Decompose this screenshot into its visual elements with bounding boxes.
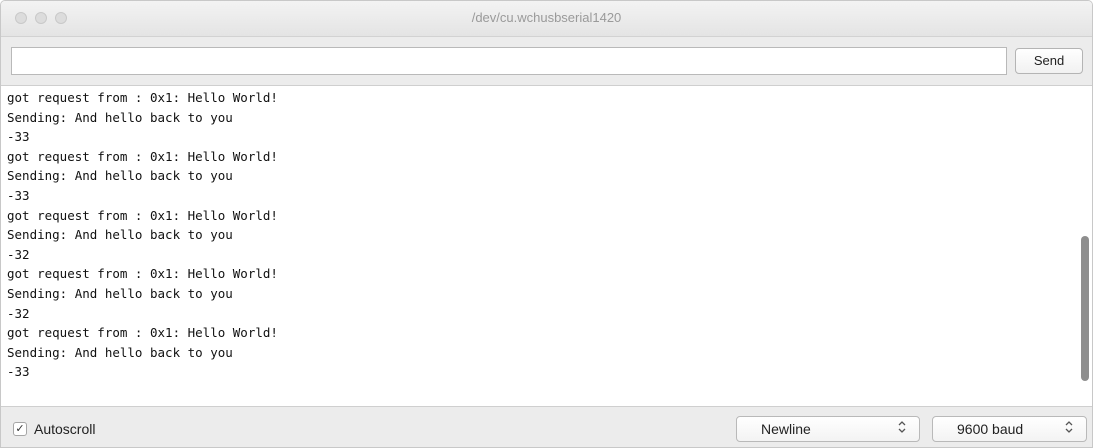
baud-rate-select[interactable]: 9600 baud — [932, 416, 1087, 442]
output-line: got request from : 0x1: Hello World! — [7, 325, 278, 341]
output-line: Sending: And hello back to you — [7, 344, 233, 360]
output-line: -32 — [7, 246, 30, 262]
vertical-scrollbar[interactable] — [1081, 90, 1090, 402]
serial-output-area[interactable]: got request from : 0x1: Hello World! Send… — [1, 85, 1092, 407]
line-ending-select[interactable]: Newline — [736, 416, 920, 442]
title-bar[interactable]: /dev/cu.wchusbserial1420 — [1, 1, 1092, 37]
window-title: /dev/cu.wchusbserial1420 — [471, 10, 622, 25]
chevron-updown-icon — [1064, 420, 1074, 436]
output-line: got request from : 0x1: Hello World! — [7, 207, 278, 223]
autoscroll-toggle[interactable]: ✓ Autoscroll — [13, 421, 95, 437]
output-line: got request from : 0x1: Hello World! — [7, 266, 278, 282]
status-bar: ✓ Autoscroll Newline 9600 baud — [1, 407, 1092, 447]
output-line: Sending: And hello back to you — [7, 227, 233, 243]
output-line: -33 — [7, 129, 30, 145]
output-line: -33 — [7, 364, 30, 380]
scrollbar-thumb[interactable] — [1081, 236, 1089, 381]
checkmark-icon: ✓ — [15, 423, 25, 435]
output-line: got request from : 0x1: Hello World! — [7, 90, 278, 105]
send-bar: Send — [1, 37, 1092, 85]
output-line: Sending: And hello back to you — [7, 285, 233, 301]
autoscroll-checkbox[interactable]: ✓ — [13, 422, 27, 436]
serial-input-field[interactable] — [11, 47, 1007, 75]
output-line: -32 — [7, 305, 30, 321]
output-line: got request from : 0x1: Hello World! — [7, 148, 278, 164]
output-line: Sending: And hello back to you — [7, 109, 233, 125]
chevron-updown-icon — [897, 420, 907, 436]
output-line: Sending: And hello back to you — [7, 168, 233, 184]
send-button[interactable]: Send — [1015, 48, 1083, 74]
autoscroll-label: Autoscroll — [34, 421, 96, 437]
baud-rate-value: 9600 baud — [957, 421, 1024, 437]
line-ending-value: Newline — [761, 421, 811, 437]
output-line: -33 — [7, 187, 30, 203]
serial-output-text: got request from : 0x1: Hello World! Send… — [7, 88, 278, 382]
serial-monitor-window: /dev/cu.wchusbserial1420 Send got reques… — [0, 0, 1093, 448]
